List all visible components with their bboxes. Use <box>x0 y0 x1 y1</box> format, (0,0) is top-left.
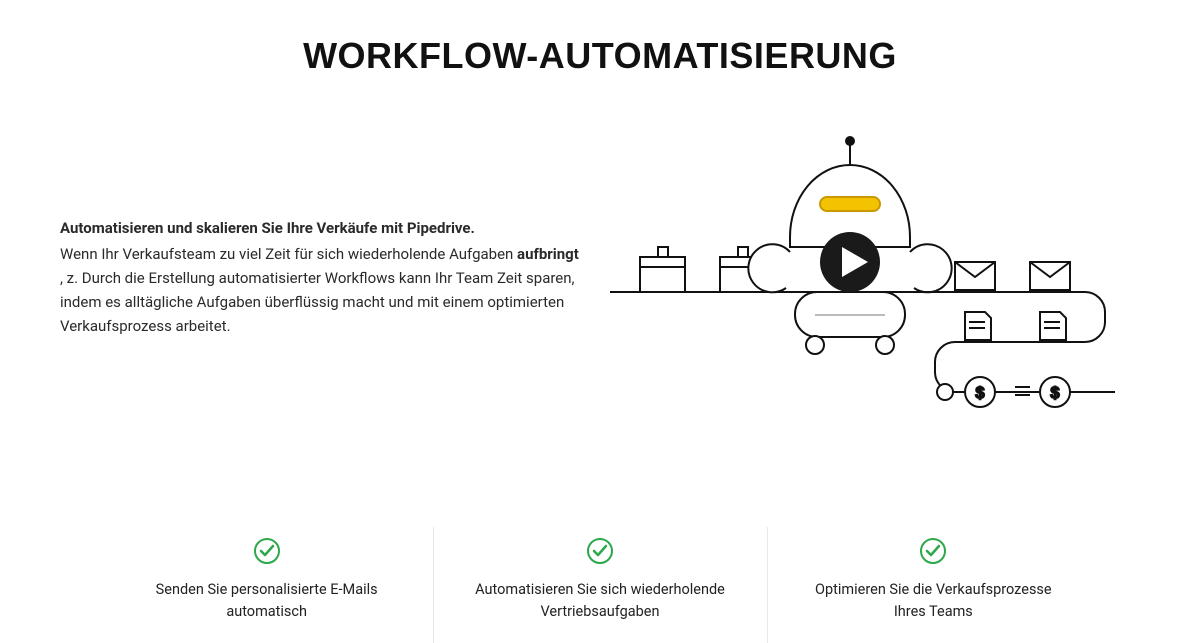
hero-body-pre: Wenn Ihr Verkaufsteam zu viel Zeit für s… <box>60 245 517 263</box>
benefit-optimize-sales: Optimieren Sie die Verkaufsprozesse Ihre… <box>767 527 1100 643</box>
page-title: WORKFLOW-AUTOMATISIERUNG <box>60 35 1140 77</box>
svg-text:$: $ <box>976 385 985 402</box>
benefit-automate-tasks: Automatisieren Sie sich wiederholende Ve… <box>433 527 766 643</box>
robot-conveyor-icon: $ $ <box>610 117 1130 437</box>
benefit-emails: Senden Sie personalisierte E-Mails autom… <box>100 527 433 643</box>
check-circle-icon <box>253 537 281 565</box>
check-circle-icon <box>586 537 614 565</box>
benefit-label: Automatisieren Sie sich wiederholende Ve… <box>473 579 726 623</box>
svg-text:$: $ <box>1051 385 1060 402</box>
check-circle-icon <box>919 537 947 565</box>
play-video-button[interactable]: $ $ <box>600 117 1140 437</box>
hero-section: Automatisieren und skalieren Sie Ihre Ve… <box>60 117 1140 437</box>
hero-lead: Automatisieren und skalieren Sie Ihre Ve… <box>60 216 580 240</box>
play-icon <box>820 232 880 292</box>
benefits-row: Senden Sie personalisierte E-Mails autom… <box>60 527 1140 643</box>
benefit-label: Senden Sie personalisierte E-Mails autom… <box>140 579 393 623</box>
hero-text: Automatisieren und skalieren Sie Ihre Ve… <box>60 216 580 338</box>
hero-bold: aufbringt <box>517 245 579 263</box>
benefit-label: Optimieren Sie die Verkaufsprozesse Ihre… <box>807 579 1060 623</box>
hero-body-post: , z. Durch die Erstellung automatisierte… <box>60 269 575 335</box>
